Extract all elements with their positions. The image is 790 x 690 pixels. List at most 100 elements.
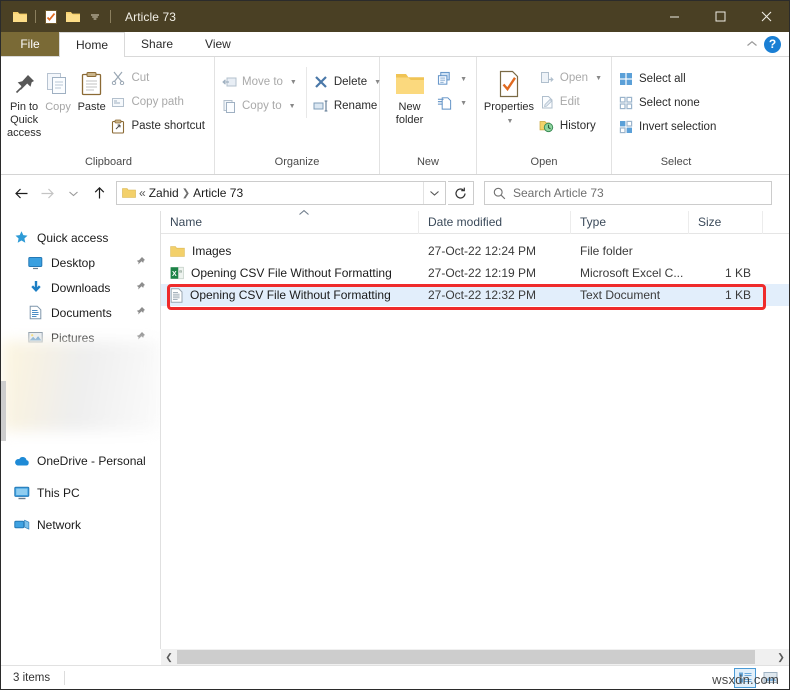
- hscroll-left-arrow-icon[interactable]: ❮: [161, 652, 177, 663]
- horizontal-scrollbar[interactable]: ❮ ❯: [161, 649, 789, 665]
- sidebar-item-desktop[interactable]: Desktop: [1, 250, 160, 275]
- recent-locations-button[interactable]: [61, 181, 85, 205]
- cell-size: 1 KB: [724, 266, 751, 280]
- qat-customize-chevron-down-icon[interactable]: [84, 6, 106, 28]
- hscroll-thumb[interactable]: [177, 650, 756, 664]
- cell-name: Xa Opening CSV File Without Formatting: [161, 266, 419, 280]
- select-all-button[interactable]: Select all: [616, 67, 721, 91]
- pin-to-quick-access-button[interactable]: Pin to Quick access: [7, 63, 41, 140]
- ribbon-group-new-label: New: [416, 156, 439, 168]
- navigation-pane: Quick access Desktop Downloads Documents…: [1, 211, 161, 649]
- copy-to-button[interactable]: Copy to ▼: [219, 94, 302, 118]
- navigation-pane-scrollbar[interactable]: [1, 381, 6, 441]
- paste-icon: [80, 67, 104, 101]
- sidebar-item-documents[interactable]: Documents: [1, 300, 160, 325]
- collapse-ribbon-chevron-up-icon[interactable]: [746, 35, 758, 53]
- qat-properties-icon[interactable]: [40, 6, 62, 28]
- pin-icon-desktop[interactable]: [135, 256, 146, 270]
- ribbon-tabs-right: ?: [746, 32, 789, 56]
- qat-folder-icon[interactable]: [9, 6, 31, 28]
- move-to-button[interactable]: Move to ▼: [219, 70, 302, 94]
- easy-access-chevron-down-icon[interactable]: ▼: [460, 100, 467, 107]
- sidebar-label-this-pc: This PC: [37, 485, 80, 500]
- history-label: History: [559, 120, 596, 132]
- hscroll-right-arrow-icon[interactable]: ❯: [773, 652, 789, 663]
- rename-label: Rename: [333, 100, 378, 112]
- easy-access-button[interactable]: ▼: [435, 91, 472, 115]
- copy-button[interactable]: Copy: [41, 63, 75, 114]
- new-item-icon: [437, 71, 453, 87]
- sidebar-item-onedrive[interactable]: OneDrive - Personal: [1, 448, 160, 473]
- forward-button[interactable]: [35, 181, 59, 205]
- column-header-name[interactable]: Name: [161, 209, 419, 234]
- sidebar-item-downloads[interactable]: Downloads: [1, 275, 160, 300]
- column-header-size-label: Size: [698, 215, 722, 229]
- documents-icon: [27, 304, 44, 321]
- new-item-chevron-down-icon[interactable]: ▼: [460, 76, 467, 83]
- clipboard-small-buttons: Cut Copy path Paste shortcut: [108, 63, 210, 138]
- cell-date: 27-Oct-22 12:32 PM: [428, 288, 537, 302]
- cell-name: Images: [161, 244, 419, 258]
- cell-type: Microsoft Excel C...: [580, 266, 684, 280]
- tab-share[interactable]: Share: [125, 32, 189, 56]
- paste-button[interactable]: Paste: [75, 63, 109, 114]
- new-folder-button[interactable]: New folder: [384, 63, 435, 127]
- cut-button[interactable]: Cut: [108, 66, 210, 90]
- close-button[interactable]: [743, 1, 789, 32]
- downloads-icon: [27, 279, 44, 296]
- breadcrumb-overflow[interactable]: «: [139, 186, 146, 200]
- paste-shortcut-button[interactable]: Paste shortcut: [108, 114, 210, 138]
- pin-icon-documents[interactable]: [135, 306, 146, 320]
- tab-file[interactable]: File: [1, 32, 59, 56]
- properties-chevron-down-icon[interactable]: ▼: [506, 115, 513, 128]
- properties-button[interactable]: Properties ▼: [481, 63, 537, 128]
- rename-button[interactable]: Rename: [311, 94, 386, 118]
- help-icon[interactable]: ?: [764, 35, 781, 53]
- address-dropdown-chevron-down-icon[interactable]: [423, 182, 445, 204]
- breadcrumb-item-article-73[interactable]: Article 73: [193, 186, 243, 200]
- new-item-button[interactable]: ▼: [435, 67, 472, 91]
- qat-new-folder-icon[interactable]: [62, 6, 84, 28]
- column-header-type[interactable]: Type: [571, 210, 689, 234]
- open-button[interactable]: Open ▼: [537, 66, 607, 90]
- table-row[interactable]: Images 27-Oct-22 12:24 PM File folder: [161, 240, 789, 262]
- delete-button[interactable]: Delete ▼: [311, 70, 386, 94]
- sidebar-item-network[interactable]: Network: [1, 512, 160, 537]
- minimize-button[interactable]: [651, 1, 697, 32]
- history-button[interactable]: History: [537, 114, 607, 138]
- select-none-button[interactable]: Select none: [616, 91, 721, 115]
- copy-to-chevron-down-icon[interactable]: ▼: [289, 103, 296, 110]
- pin-to-quick-access-label-2: access: [7, 127, 42, 139]
- column-header-date-modified[interactable]: Date modified: [419, 210, 571, 234]
- hscroll-track[interactable]: [177, 649, 773, 665]
- delete-label: Delete: [333, 76, 368, 88]
- back-button[interactable]: [9, 181, 33, 205]
- table-row[interactable]: Xa Opening CSV File Without Formatting 2…: [161, 262, 789, 284]
- pin-icon-downloads[interactable]: [135, 281, 146, 295]
- invert-selection-button[interactable]: Invert selection: [616, 115, 721, 139]
- svg-text:X: X: [172, 271, 177, 278]
- ribbon-group-select-label: Select: [660, 156, 692, 168]
- table-row[interactable]: Opening CSV File Without Formatting 27-O…: [161, 284, 789, 306]
- tab-home[interactable]: Home: [59, 32, 126, 57]
- sidebar-item-quick-access[interactable]: Quick access: [1, 225, 160, 250]
- move-to-label: Move to: [242, 76, 283, 88]
- sidebar-label-network: Network: [37, 517, 82, 532]
- tab-view[interactable]: View: [189, 32, 247, 56]
- move-to-chevron-down-icon[interactable]: ▼: [290, 79, 297, 86]
- refresh-button[interactable]: [448, 181, 474, 205]
- new-small-buttons: ▼ ▼: [435, 63, 472, 115]
- ribbon-group-clipboard: Pin to Quick access Copy Paste Cut Copy …: [3, 57, 215, 174]
- copy-path-button[interactable]: Copy path: [108, 90, 210, 114]
- edit-button[interactable]: Edit: [537, 90, 607, 114]
- maximize-button[interactable]: [697, 1, 743, 32]
- cut-label: Cut: [131, 72, 150, 84]
- sidebar-item-this-pc[interactable]: This PC: [1, 480, 160, 505]
- up-button[interactable]: [87, 181, 111, 205]
- breadcrumb-chevron-right-icon[interactable]: ❯: [182, 188, 190, 199]
- column-header-size[interactable]: Size: [689, 210, 763, 234]
- breadcrumb-item-zahid[interactable]: Zahid: [149, 186, 179, 200]
- address-input[interactable]: « Zahid ❯ Article 73: [116, 181, 446, 205]
- search-input[interactable]: Search Article 73: [484, 181, 772, 205]
- open-chevron-down-icon[interactable]: ▼: [595, 75, 602, 82]
